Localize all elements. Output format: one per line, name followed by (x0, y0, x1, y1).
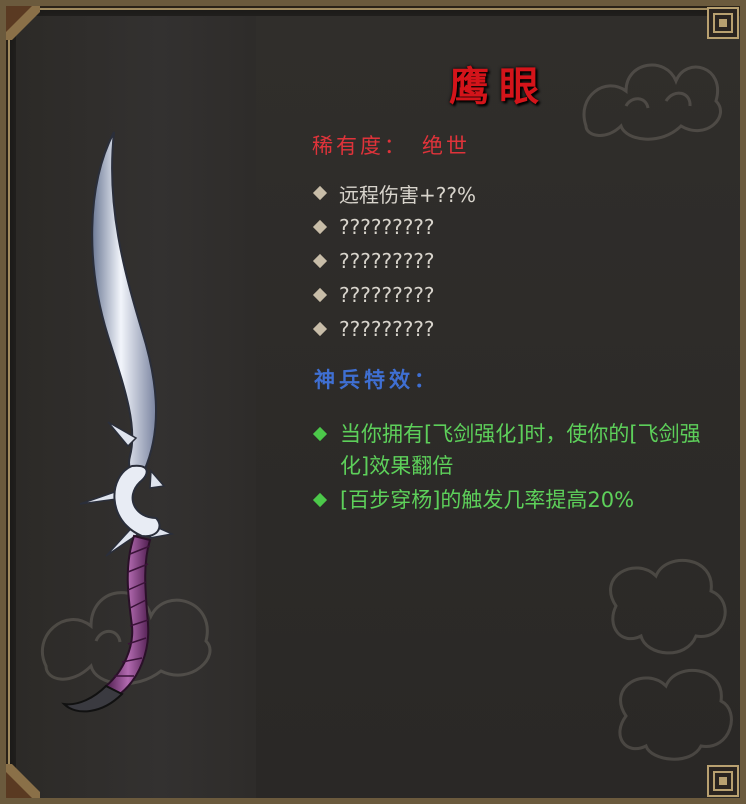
effect-item: [百步穿杨]的触发几率提高20% (312, 484, 712, 516)
rarity-value: 绝世 (422, 134, 470, 158)
diamond-bullet-icon (312, 253, 328, 269)
frame-corner-icon (6, 764, 40, 798)
rarity-line: 稀有度： 绝世 (312, 130, 470, 160)
cloud-pattern-icon (609, 559, 733, 761)
diamond-bullet-icon (312, 185, 328, 201)
stat-item: ????????? (312, 312, 476, 346)
special-effects-heading: 神兵特效： (314, 368, 439, 392)
stat-item: ????????? (312, 244, 476, 278)
stat-item: ????????? (312, 210, 476, 244)
stat-text: ????????? (339, 215, 435, 239)
curved-blade-icon (61, 131, 175, 713)
effect-text: [百步穿杨]的触发几率提高20% (340, 488, 635, 512)
item-name: 鹰眼 (449, 63, 549, 110)
rarity-label: 稀有度： (312, 134, 408, 158)
stat-text: 远程伤害+??% (339, 182, 476, 207)
effect-item: 当你拥有[飞剑强化]时，使你的[飞剑强化]效果翻倍 (312, 418, 712, 482)
stat-text: ????????? (339, 283, 435, 307)
green-diamond-bullet-icon (312, 426, 328, 442)
diamond-bullet-icon (312, 287, 328, 303)
effect-text: 当你拥有[飞剑强化]时，使你的[飞剑强化]效果翻倍 (340, 422, 701, 478)
frame-corner-icon (707, 7, 739, 39)
stat-item: 远程伤害+??% (312, 176, 476, 210)
diamond-bullet-icon (312, 219, 328, 235)
stat-text: ????????? (339, 249, 435, 273)
stat-text: ????????? (339, 317, 435, 341)
frame-corner-icon (6, 6, 40, 40)
frame-corner-icon (707, 765, 739, 797)
green-diamond-bullet-icon (312, 492, 328, 508)
stat-item: ????????? (312, 278, 476, 312)
diamond-bullet-icon (312, 321, 328, 337)
special-effects-list: 当你拥有[飞剑强化]时，使你的[飞剑强化]效果翻倍 [百步穿杨]的触发几率提高2… (312, 418, 712, 518)
stat-list: 远程伤害+??% ????????? ????????? ????????? ?… (312, 176, 476, 346)
item-tooltip-panel: 鹰眼 稀有度： 绝世 远程伤害+??% ????????? ????????? ?… (0, 0, 746, 804)
